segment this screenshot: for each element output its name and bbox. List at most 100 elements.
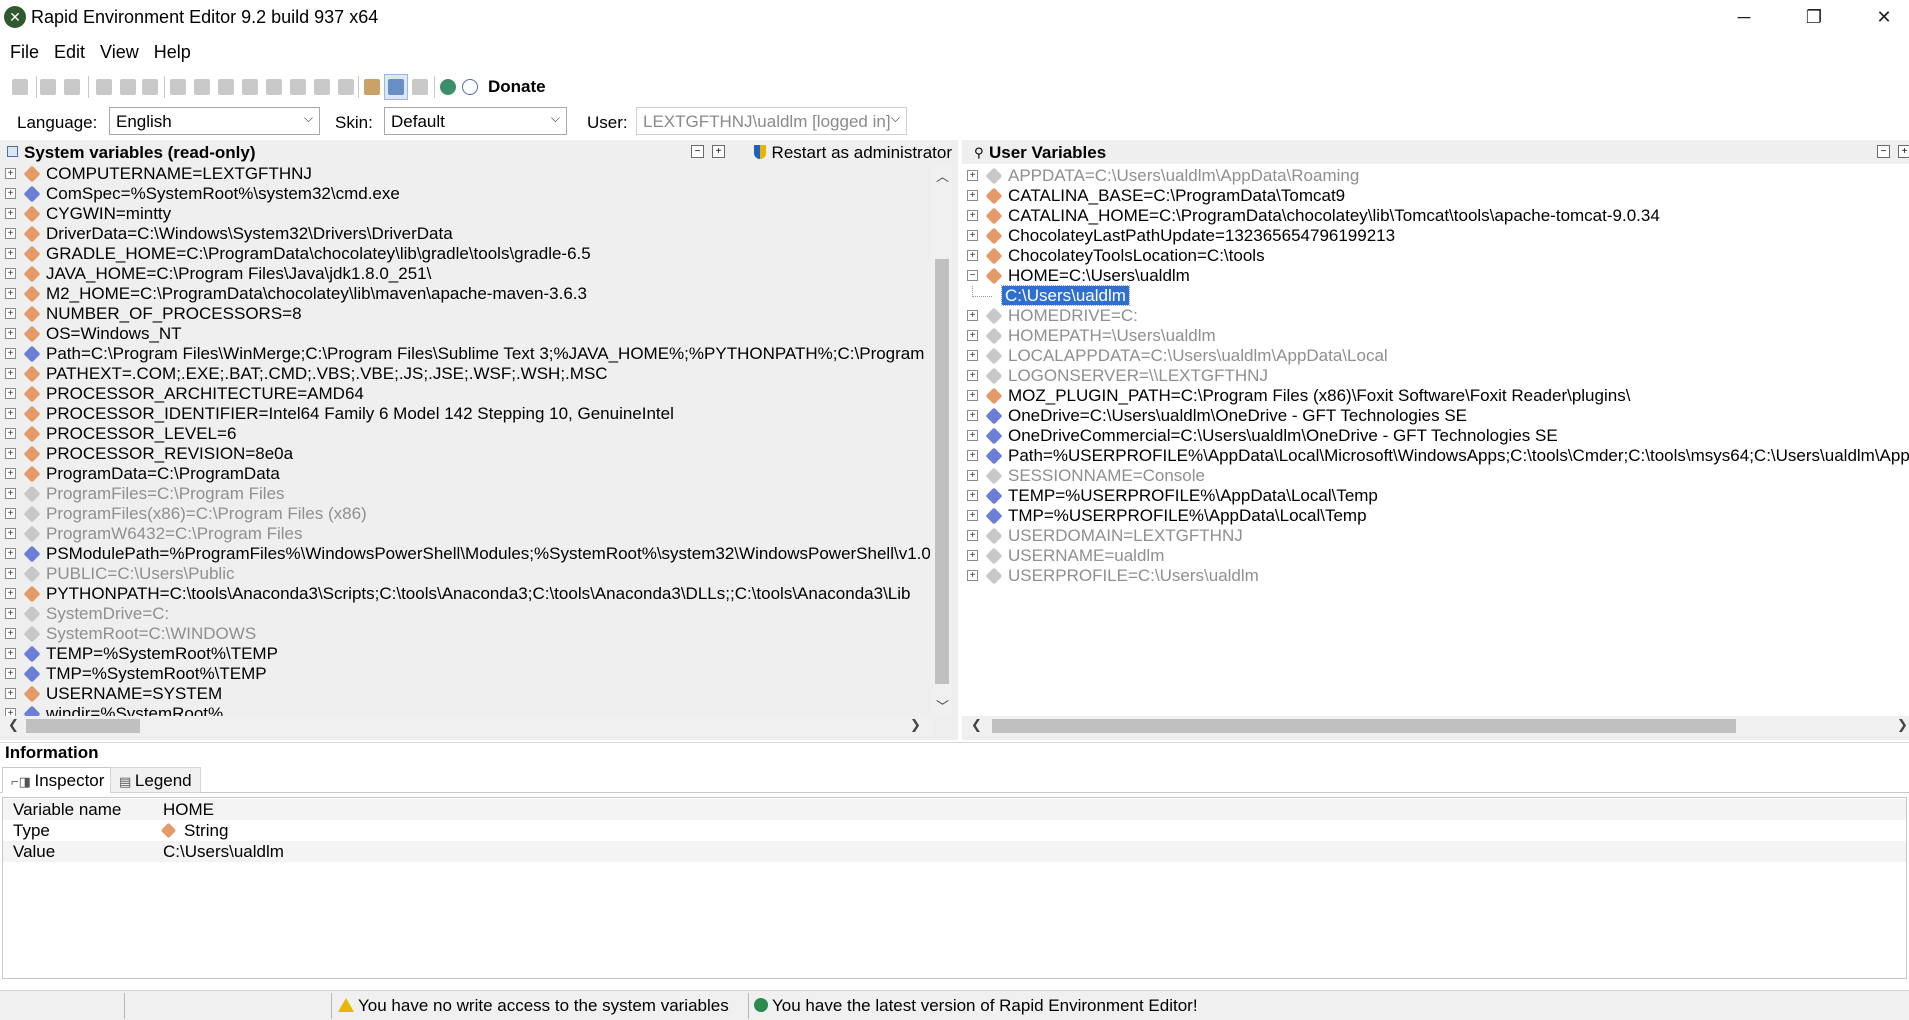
expand-icon[interactable]: +	[967, 450, 978, 461]
restore-button[interactable]: ❐	[1779, 0, 1849, 36]
variable-value-row[interactable]: C:\Users\ualdlm	[962, 285, 1909, 306]
collapse-all-icon[interactable]: −	[691, 145, 704, 158]
variable-row[interactable]: + PUBLIC=C:\Users\Public	[0, 564, 930, 584]
variable-row[interactable]: + GRADLE_HOME=C:\ProgramData\chocolatey\l…	[0, 244, 930, 264]
scroll-thumb[interactable]	[26, 719, 140, 733]
expand-icon[interactable]: +	[5, 548, 16, 559]
expand-icon[interactable]: +	[967, 490, 978, 501]
donate-button[interactable]: Donate	[488, 77, 546, 97]
expand-icon[interactable]: +	[5, 248, 16, 259]
variable-row[interactable]: + PROCESSOR_IDENTIFIER=Intel64 Family 6 M…	[0, 404, 930, 424]
variable-row[interactable]: + Path=C:\Program Files\WinMerge;C:\Progr…	[0, 344, 930, 364]
language-select[interactable]: English ⌵	[109, 107, 320, 135]
close-button[interactable]: ✕	[1849, 0, 1909, 36]
variable-row[interactable]: + TMP=%USERPROFILE%\AppData\Local\Temp	[962, 506, 1909, 526]
expand-icon[interactable]: +	[5, 288, 16, 299]
variable-row[interactable]: + JAVA_HOME=C:\Program Files\Java\jdk1.8.…	[0, 264, 930, 284]
move-down-icon[interactable]	[338, 79, 354, 95]
variable-row[interactable]: + PROCESSOR_LEVEL=6	[0, 424, 930, 444]
scroll-left-icon[interactable]: ❮	[971, 717, 982, 733]
variable-row[interactable]: + MOZ_PLUGIN_PATH=C:\Program Files (x86)\…	[962, 386, 1909, 406]
redo-icon[interactable]	[64, 79, 80, 95]
expand-icon[interactable]: +	[5, 588, 16, 599]
variable-row[interactable]: + ProgramW6432=C:\Program Files	[0, 524, 930, 544]
tag-icon[interactable]	[290, 79, 306, 95]
expand-icon[interactable]: +	[5, 188, 16, 199]
menu-edit[interactable]: Edit	[44, 36, 90, 63]
variable-row[interactable]: + TEMP=%USERPROFILE%\AppData\Local\Temp	[962, 486, 1909, 506]
expand-icon[interactable]: +	[967, 230, 978, 241]
variable-row[interactable]: + APPDATA=C:\Users\ualdlm\AppData\Roaming	[962, 166, 1909, 186]
expand-icon[interactable]: +	[5, 708, 16, 716]
expand-icon[interactable]: +	[967, 350, 978, 361]
variable-row[interactable]: + ProgramFiles=C:\Program Files	[0, 484, 930, 504]
variable-row[interactable]: + DriverData=C:\Windows\System32\Drivers\…	[0, 224, 930, 244]
move-up-icon[interactable]	[314, 79, 330, 95]
scroll-right-icon[interactable]: ❯	[910, 717, 921, 733]
variable-row[interactable]: + ProgramData=C:\ProgramData	[0, 464, 930, 484]
expand-icon[interactable]: +	[967, 410, 978, 421]
expand-icon[interactable]: +	[5, 408, 16, 419]
expand-icon[interactable]: +	[967, 430, 978, 441]
expand-icon[interactable]: +	[967, 170, 978, 181]
variable-row[interactable]: + HOMEPATH=\Users\ualdlm	[962, 326, 1909, 346]
variable-row[interactable]: + TMP=%SystemRoot%\TEMP	[0, 664, 930, 684]
expand-icon[interactable]: +	[5, 508, 16, 519]
expand-icon[interactable]: +	[5, 608, 16, 619]
expand-icon[interactable]: +	[5, 448, 16, 459]
expand-icon[interactable]: +	[967, 510, 978, 521]
tab-inspector[interactable]: ⌐◨ Inspector	[2, 767, 114, 793]
variable-row[interactable]: + USERPROFILE=C:\Users\ualdlm	[962, 566, 1909, 586]
add-value-icon[interactable]	[194, 79, 210, 95]
expand-icon[interactable]: +	[967, 570, 978, 581]
tab-legend[interactable]: ▤ Legend	[110, 767, 201, 793]
collapse-icon[interactable]: −	[967, 270, 978, 281]
scroll-up-icon[interactable]: ︿	[936, 166, 949, 185]
expand-icon[interactable]: +	[967, 330, 978, 341]
horizontal-scrollbar[interactable]: ❮ ❯	[962, 716, 1909, 736]
expand-icon[interactable]: +	[5, 648, 16, 659]
expand-all-icon[interactable]: +	[712, 145, 725, 158]
scroll-thumb[interactable]	[935, 259, 949, 684]
expand-icon[interactable]: +	[5, 208, 16, 219]
variable-row[interactable]: + PROCESSOR_ARCHITECTURE=AMD64	[0, 384, 930, 404]
menu-file[interactable]: File	[0, 36, 44, 63]
expand-icon[interactable]: +	[967, 470, 978, 481]
variable-row[interactable]: + M2_HOME=C:\ProgramData\chocolatey\lib\m…	[0, 284, 930, 304]
variable-row[interactable]: + HOMEDRIVE=C:	[962, 306, 1909, 326]
expand-icon[interactable]: +	[5, 568, 16, 579]
menu-help[interactable]: Help	[144, 36, 196, 63]
collapse-all-icon[interactable]: −	[1877, 145, 1890, 158]
edit-icon[interactable]	[218, 79, 234, 95]
expand-icon[interactable]: +	[967, 250, 978, 261]
variable-row[interactable]: + ProgramFiles(x86)=C:\Program Files (x86…	[0, 504, 930, 524]
expand-icon[interactable]: +	[5, 168, 16, 179]
variable-row[interactable]: − HOME=C:\Users\ualdlm	[962, 266, 1909, 286]
copy-icon[interactable]	[96, 79, 112, 95]
rename-icon[interactable]	[242, 79, 258, 95]
expand-icon[interactable]: +	[5, 388, 16, 399]
restart-as-admin-button[interactable]: Restart as administrator	[753, 143, 952, 163]
paste-icon[interactable]	[120, 79, 136, 95]
variable-row[interactable]: + windir=%SystemRoot%	[0, 704, 930, 716]
expand-icon[interactable]: +	[967, 370, 978, 381]
expand-icon[interactable]: +	[5, 328, 16, 339]
expand-icon[interactable]: +	[967, 390, 978, 401]
expand-icon[interactable]: +	[5, 488, 16, 499]
expand-icon[interactable]: +	[967, 530, 978, 541]
variable-row[interactable]: + ChocolateyLastPathUpdate=13236565479619…	[962, 226, 1909, 246]
expand-icon[interactable]: +	[5, 628, 16, 639]
variable-row[interactable]: + ComSpec=%SystemRoot%\system32\cmd.exe	[0, 184, 930, 204]
minimize-button[interactable]: ─	[1709, 0, 1779, 36]
variable-row[interactable]: + PATHEXT=.COM;.EXE;.BAT;.CMD;.VBS;.VBE;.…	[0, 364, 930, 384]
variable-row[interactable]: + TEMP=%SystemRoot%\TEMP	[0, 644, 930, 664]
expand-icon[interactable]: +	[5, 528, 16, 539]
variable-row[interactable]: + Path=%USERPROFILE%\AppData\Local\Micros…	[962, 446, 1909, 466]
variable-row[interactable]: + LOGONSERVER=\\LEXTGFTHNJ	[962, 366, 1909, 386]
expand-icon[interactable]: +	[5, 668, 16, 679]
variable-row[interactable]: + SystemDrive=C:	[0, 604, 930, 624]
save-icon[interactable]	[12, 79, 28, 95]
duplicate-icon[interactable]	[266, 79, 282, 95]
variable-row[interactable]: + CATALINA_HOME=C:\ProgramData\chocolatey…	[962, 206, 1909, 226]
expand-icon[interactable]: +	[967, 310, 978, 321]
